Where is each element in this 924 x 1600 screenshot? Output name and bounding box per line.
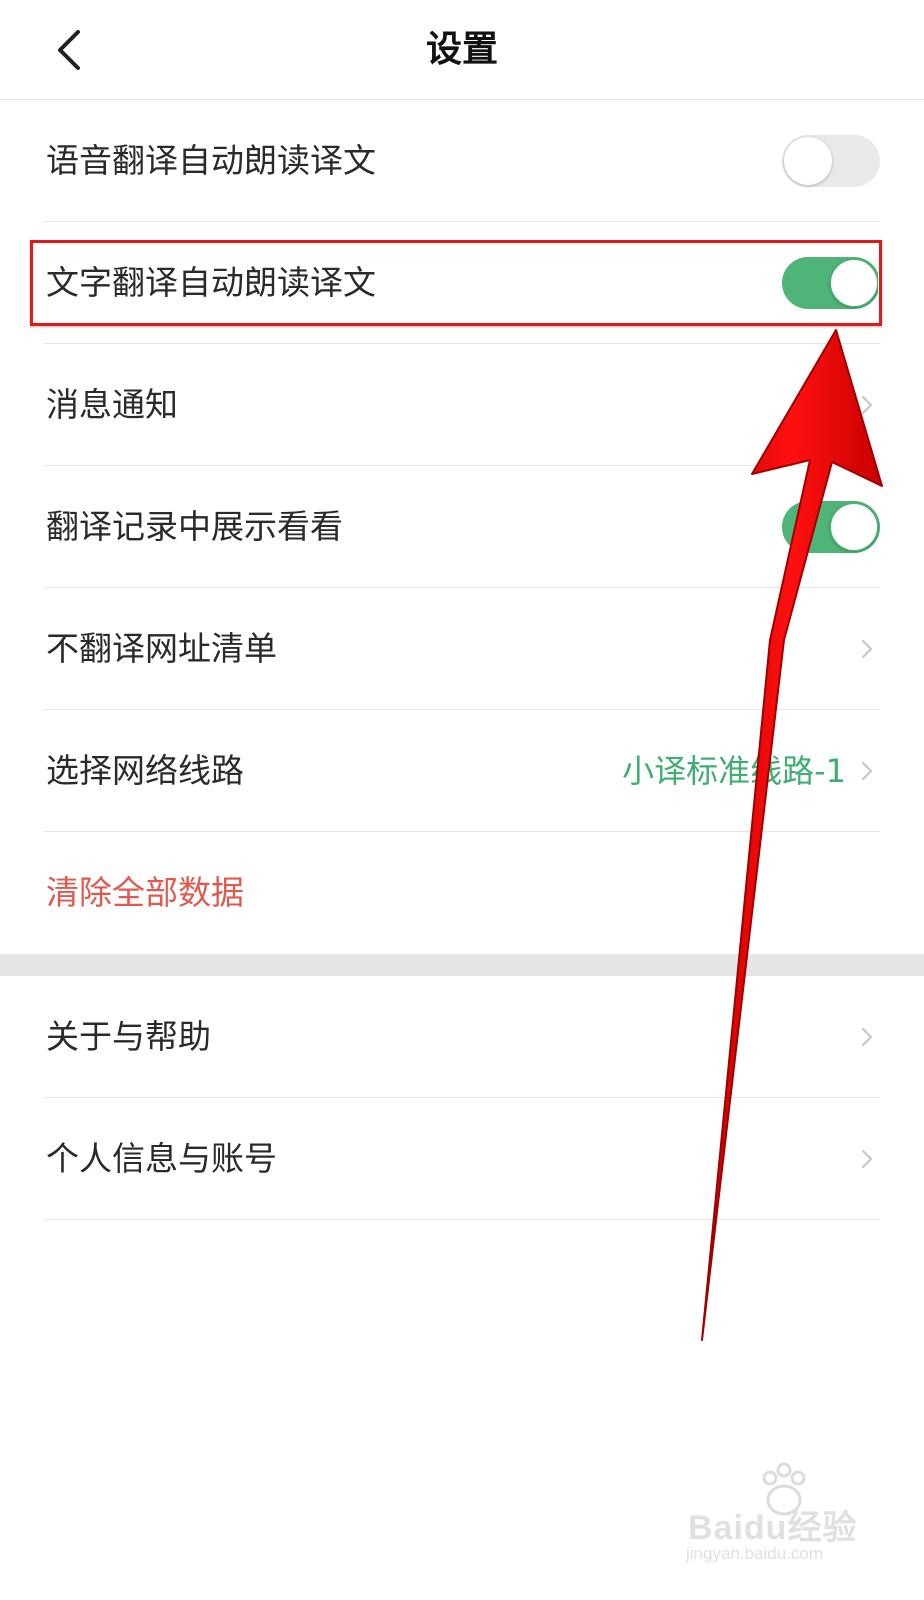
watermark-brand: Baidu经验 bbox=[688, 1509, 858, 1547]
setting-row-voice-auto-read[interactable]: 语音翻译自动朗读译文 bbox=[44, 100, 880, 222]
annotation-highlight-box bbox=[30, 240, 882, 326]
baidu-watermark: Baidu经验 jingyan.baidu.com bbox=[682, 1456, 872, 1566]
voice-auto-read-toggle[interactable] bbox=[782, 135, 880, 187]
section-divider bbox=[0, 954, 924, 976]
setting-row-notifications[interactable]: 消息通知 bbox=[44, 344, 880, 466]
setting-label: 不翻译网址清单 bbox=[46, 629, 277, 668]
setting-label: 消息通知 bbox=[46, 385, 178, 424]
watermark-url: jingyan.baidu.com bbox=[686, 1544, 824, 1563]
setting-row-network-route[interactable]: 选择网络线路 小译标准线路-1 bbox=[44, 710, 880, 832]
toggle-knob bbox=[830, 503, 878, 551]
setting-label: 关于与帮助 bbox=[46, 1017, 211, 1056]
setting-row-clear-data[interactable]: 清除全部数据 bbox=[44, 832, 880, 954]
chevron-right-icon bbox=[862, 640, 872, 658]
setting-row-account[interactable]: 个人信息与账号 bbox=[44, 1098, 880, 1220]
network-route-value: 小译标准线路-1 bbox=[622, 752, 846, 790]
setting-label: 语音翻译自动朗读译文 bbox=[46, 141, 376, 180]
chevron-right-icon bbox=[862, 1150, 872, 1168]
setting-row-about-help[interactable]: 关于与帮助 bbox=[44, 976, 880, 1098]
clear-data-label: 清除全部数据 bbox=[46, 873, 244, 912]
toggle-knob bbox=[784, 137, 832, 185]
setting-row-no-translate-urls[interactable]: 不翻译网址清单 bbox=[44, 588, 880, 710]
chevron-right-icon bbox=[862, 762, 872, 780]
header-bar: 设置 bbox=[0, 0, 924, 100]
setting-label: 选择网络线路 bbox=[46, 751, 244, 790]
setting-label: 个人信息与账号 bbox=[46, 1139, 277, 1178]
show-in-history-toggle[interactable] bbox=[782, 501, 880, 553]
setting-row-show-in-history[interactable]: 翻译记录中展示看看 bbox=[44, 466, 880, 588]
setting-label: 翻译记录中展示看看 bbox=[46, 507, 343, 546]
chevron-right-icon bbox=[862, 396, 872, 414]
page-title: 设置 bbox=[425, 29, 498, 70]
chevron-right-icon bbox=[862, 1028, 872, 1046]
